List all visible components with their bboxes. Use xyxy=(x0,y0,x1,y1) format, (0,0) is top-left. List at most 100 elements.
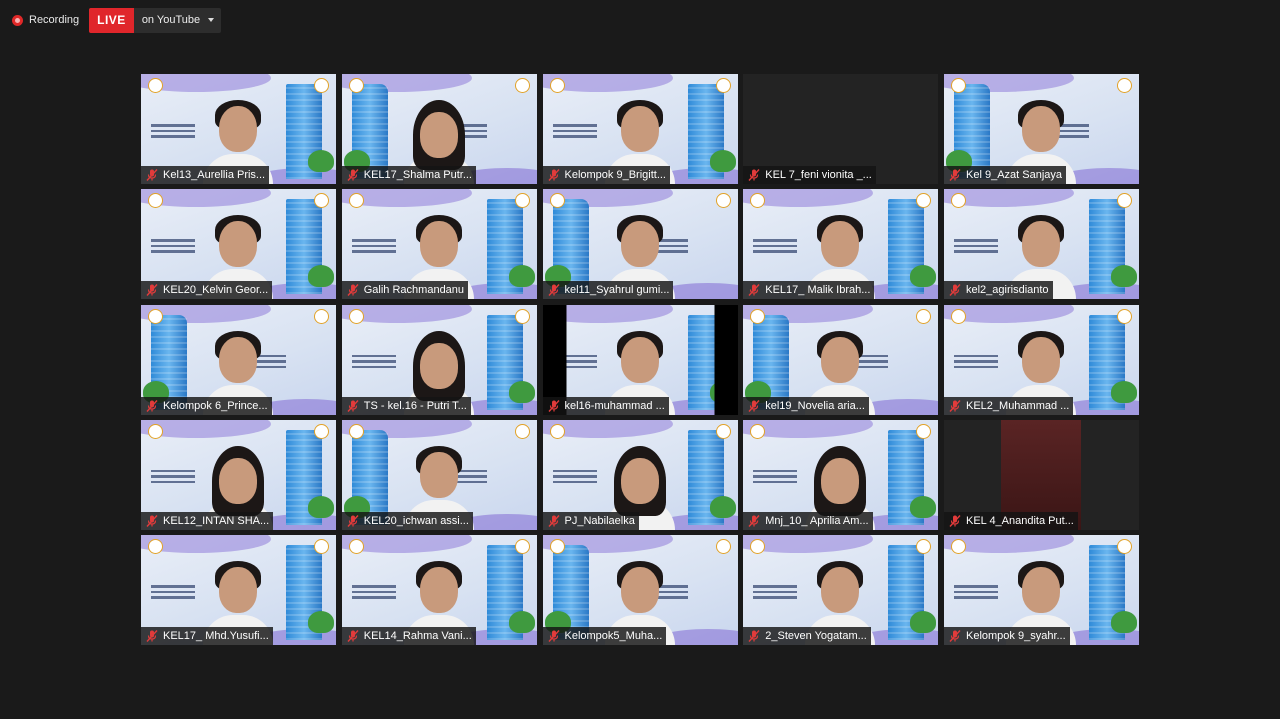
tree-graphic xyxy=(1111,265,1137,288)
participant-name-bar: KEL2_Muhammad ... xyxy=(944,396,1074,415)
logo-icon xyxy=(916,423,932,439)
logo-icon xyxy=(348,193,364,209)
participant-tile[interactable]: PJ_Nabilaelka xyxy=(542,419,738,530)
participant-name: Kelompok 6_Prince... xyxy=(163,399,268,412)
background-tagline xyxy=(954,354,998,372)
tree-graphic xyxy=(308,611,334,633)
logo-icon xyxy=(348,423,364,439)
logo-icon xyxy=(951,539,966,554)
logo-icon xyxy=(148,539,163,554)
tree-graphic xyxy=(910,265,937,288)
participant-tile[interactable]: TS - kel.16 - Putri T... xyxy=(341,304,537,415)
tree-graphic xyxy=(1111,380,1137,403)
participant-name: KEL2_Muhammad ... xyxy=(966,399,1070,412)
participant-tile[interactable]: KEL 4_Anandita Put... xyxy=(944,419,1139,530)
mic-muted-icon xyxy=(547,283,561,297)
recording-dot-icon xyxy=(12,14,23,26)
participant-tile[interactable]: KEL12_INTAN SHA... xyxy=(141,419,336,530)
participant-name-bar: Kelompok 9_syahr... xyxy=(944,627,1070,645)
tree-graphic xyxy=(709,495,736,518)
chevron-down-icon[interactable] xyxy=(208,18,215,22)
logo-icon xyxy=(348,78,364,93)
participant-name-bar: Kelompok 9_Brigitt... xyxy=(542,166,670,184)
logo-icon xyxy=(514,78,530,93)
participant-name-bar: KEL20_Kelvin Geor... xyxy=(141,281,273,300)
participant-tile[interactable]: kel19_Novelia aria... xyxy=(743,304,939,415)
participant-tile[interactable]: 2_Steven Yogatam... xyxy=(743,535,939,645)
logo-icon xyxy=(348,308,364,324)
logo-icon xyxy=(148,423,163,439)
tree-graphic xyxy=(910,495,937,518)
logo-icon xyxy=(1117,539,1132,554)
tree-graphic xyxy=(709,150,736,172)
mic-muted-icon xyxy=(948,629,962,643)
participant-name: KEL17_Shalma Putr... xyxy=(363,169,472,181)
participant-tile[interactable]: KEL 7_feni vionita _... xyxy=(743,74,939,184)
recording-label: Recording xyxy=(29,14,80,26)
background-tagline xyxy=(954,239,998,256)
participant-tile[interactable]: Kel 9_Azat Sanjaya xyxy=(944,74,1139,184)
participant-tile[interactable]: Galih Rachmandanu xyxy=(341,189,537,300)
participant-tile[interactable]: Kel13_Aurellia Pris... xyxy=(141,74,336,184)
participant-name: Kelompok 9_syahr... xyxy=(966,630,1066,642)
background-tagline xyxy=(351,585,396,602)
participant-tile[interactable]: KEL17_ Mhd.Yusufi... xyxy=(141,535,336,645)
participant-name: Galih Rachmandanu xyxy=(363,284,465,297)
mic-muted-icon xyxy=(346,629,360,643)
participant-name-bar: kel16-muhammad ... xyxy=(542,396,669,415)
participant-tile[interactable]: kel16-muhammad ... xyxy=(542,304,738,415)
mic-muted-icon xyxy=(346,283,360,297)
participant-tile[interactable]: Kelompok 9_syahr... xyxy=(944,535,1139,645)
participant-name-bar: 2_Steven Yogatam... xyxy=(743,627,871,645)
mic-muted-icon xyxy=(547,514,561,528)
participant-name-bar: KEL20_ichwan assi... xyxy=(341,511,473,530)
logo-icon xyxy=(549,423,565,439)
participant-name-bar: KEL14_Rahma Vani... xyxy=(341,627,476,645)
mic-muted-icon xyxy=(145,168,159,182)
tree-graphic xyxy=(508,265,535,288)
mic-muted-icon xyxy=(948,168,962,182)
mic-muted-icon xyxy=(145,514,159,528)
mic-muted-icon xyxy=(346,399,360,413)
participant-tile[interactable]: KEL20_Kelvin Geor... xyxy=(141,189,336,300)
logo-icon xyxy=(951,78,966,93)
participant-name: kel2_agirisdianto xyxy=(966,284,1049,297)
meeting-topbar: Recording LIVE on YouTube xyxy=(8,7,222,33)
participant-tile[interactable]: Kelompok5_Muha... xyxy=(542,535,738,645)
participant-tile[interactable]: Kelompok 9_Brigitt... xyxy=(542,74,738,184)
participant-tile[interactable]: KEL17_Shalma Putr... xyxy=(341,74,537,184)
logo-icon xyxy=(514,423,530,439)
participant-tile[interactable]: KEL20_ichwan assi... xyxy=(341,419,537,530)
participant-name: Kelompok 9_Brigitt... xyxy=(564,169,667,181)
mic-muted-icon xyxy=(747,514,761,528)
gallery-grid: Kel13_Aurellia Pris... KEL17_Shalma Putr.… xyxy=(141,74,1139,645)
mic-muted-icon xyxy=(747,283,761,297)
mic-muted-icon xyxy=(547,168,561,182)
mic-muted-icon xyxy=(145,629,159,643)
participant-name: kel19_Novelia aria... xyxy=(765,399,865,412)
live-stream-button[interactable]: LIVE on YouTube xyxy=(89,7,222,33)
participant-name-bar: kel19_Novelia aria... xyxy=(743,396,869,415)
mic-muted-icon xyxy=(747,399,761,413)
participant-tile[interactable]: KEL2_Muhammad ... xyxy=(944,304,1139,415)
participant-tile[interactable]: KEL17_ Malik Ibrah... xyxy=(743,189,939,300)
tree-graphic xyxy=(1111,611,1137,633)
recording-indicator[interactable]: Recording xyxy=(8,8,85,32)
participant-name: KEL 7_feni vionita _... xyxy=(765,169,872,181)
participant-tile[interactable]: kel2_agirisdianto xyxy=(944,189,1139,300)
mic-muted-icon xyxy=(346,168,360,182)
participant-tile[interactable]: KEL14_Rahma Vani... xyxy=(341,535,537,645)
participant-tile[interactable]: Kelompok 6_Prince... xyxy=(141,304,336,415)
tree-graphic xyxy=(910,611,937,633)
mic-muted-icon xyxy=(547,399,561,413)
participant-tile[interactable]: kel11_Syahrul gumi... xyxy=(542,189,738,300)
logo-icon xyxy=(916,308,932,324)
participant-name: KEL20_ichwan assi... xyxy=(363,514,469,527)
background-tagline xyxy=(351,354,396,372)
participant-tile[interactable]: Mnj_10_ Aprilia Am... xyxy=(743,419,939,530)
participant-name: Kelompok5_Muha... xyxy=(564,630,663,642)
tree-graphic xyxy=(308,150,334,172)
participant-name-bar: Kel 9_Azat Sanjaya xyxy=(944,166,1067,184)
participant-name: KEL20_Kelvin Geor... xyxy=(163,284,269,297)
mic-muted-icon xyxy=(145,399,159,413)
